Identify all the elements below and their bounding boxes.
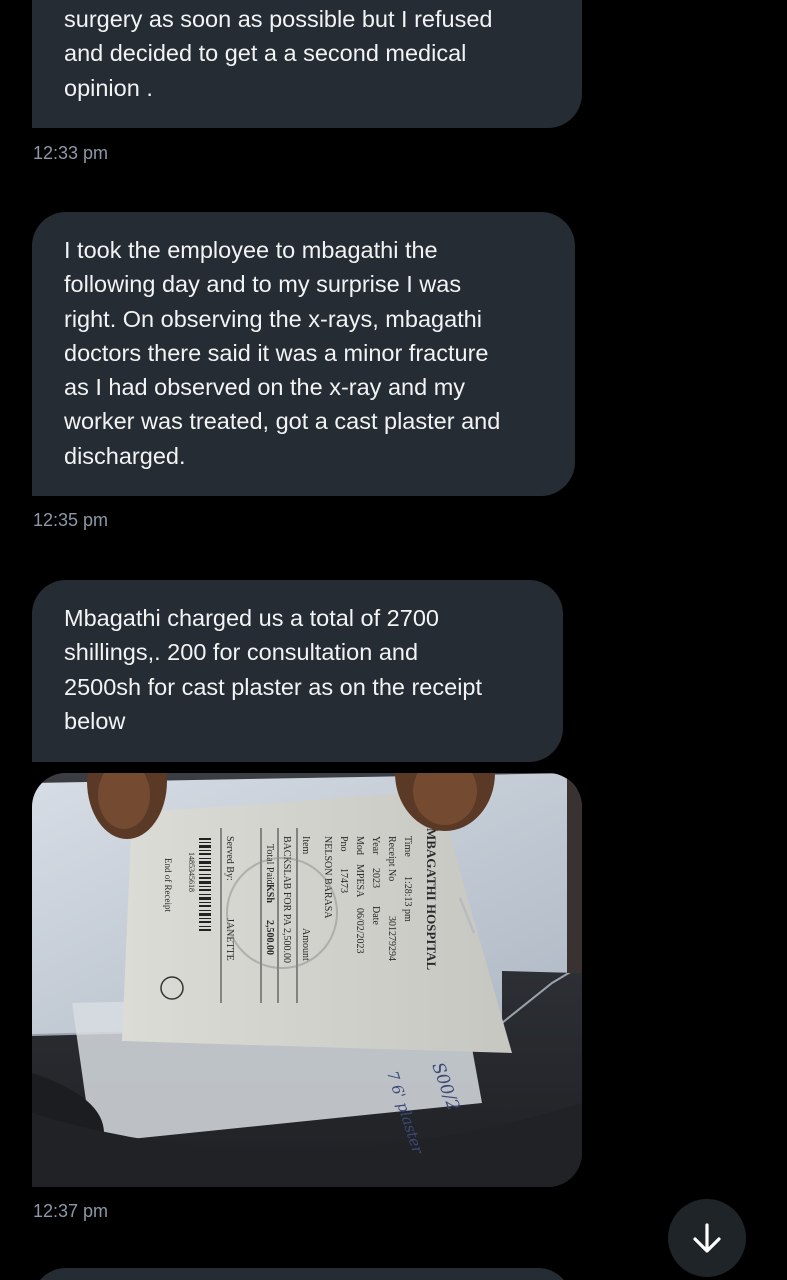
receipt-year-label: Year <box>370 836 381 855</box>
receipt-time-label: Time <box>402 836 413 857</box>
message-line: surgery as soon as possible but I refuse… <box>64 6 493 32</box>
receipt-no-value: 301279294 <box>386 916 397 961</box>
message-timestamp: 12:35 pm <box>33 510 109 530</box>
message-line: I took the employee to mbagathi the <box>64 237 438 263</box>
message-line: worker was treated, got a cast plaster a… <box>64 408 501 435</box>
receipt-hospital-name: MBAGATHI HOSPITAL <box>424 828 439 971</box>
receipt-item-amount: 2,500.00 <box>281 928 292 963</box>
message-bubble[interactable]: I took the employee to mbagathi the foll… <box>32 212 575 496</box>
receipt-footer: End of Receipt <box>163 858 173 912</box>
receipt-item-value: BACKSLAB FOR PA <box>281 836 292 926</box>
receipt-date-value: 06/02/2023 <box>354 908 365 954</box>
receipt-date-label: Date <box>370 906 381 925</box>
message-line: right. On observing the x-rays, mbagathi <box>64 305 482 332</box>
chat-screen: surgery as soon as possible but I refuse… <box>0 0 787 1280</box>
message-bubble[interactable]: surgery as soon as possible but I refuse… <box>32 0 582 128</box>
message-line: Mbagathi charged us a total of 2700 <box>64 605 439 631</box>
receipt-no-label: Receipt No <box>386 836 397 881</box>
message-timestamp: 12:37 pm <box>33 1201 109 1221</box>
receipt-served-by-label: Served By: <box>224 836 235 881</box>
receipt-item-label: Item <box>300 836 311 855</box>
scroll-to-bottom-button[interactable] <box>668 1199 746 1277</box>
receipt-pno-label: Pno <box>338 836 349 852</box>
receipt-pno-value: 17473 <box>338 868 349 893</box>
message-timestamp: 12:33 pm <box>33 143 109 163</box>
message-line: discharged. <box>64 442 186 469</box>
message-bubble[interactable] <box>32 1268 572 1280</box>
arrow-down-icon <box>693 1223 721 1253</box>
message-line: 2500sh for cast plaster as on the receip… <box>64 673 483 700</box>
receipt-photo[interactable]: MBAGATHI HOSPITAL Time 1:28:13 pm Receip… <box>32 773 582 1187</box>
receipt-photo-image: MBAGATHI HOSPITAL Time 1:28:13 pm Receip… <box>32 773 582 1187</box>
receipt-year-value: 2023 <box>370 868 381 888</box>
message-line: following day and to my surprise I was <box>64 271 462 298</box>
message-line: as I had observed on the x-ray and my <box>64 374 466 401</box>
receipt-total-value: 2,500.00 <box>264 920 275 955</box>
message-line: below <box>64 707 126 734</box>
receipt-currency: KSh <box>264 884 275 903</box>
message-line: shillings,. 200 for consultation and <box>64 639 419 666</box>
receipt-amount-label: Amount <box>300 928 311 961</box>
message-line: and decided to get a a second medical <box>64 40 467 67</box>
message-bubble[interactable]: Mbagathi charged us a total of 2700 shil… <box>32 580 563 762</box>
message-line: doctors there said it was a minor fractu… <box>64 339 489 366</box>
receipt-mode-value: MPESA <box>354 864 365 898</box>
message-line: opinion . <box>64 74 153 101</box>
receipt-total-label: Total Paid <box>264 844 275 885</box>
receipt-time-value: 1:28:13 pm <box>402 876 413 922</box>
receipt-barcode-number: 1485345618 <box>187 852 196 892</box>
receipt-mode-label: Mod <box>354 836 365 855</box>
